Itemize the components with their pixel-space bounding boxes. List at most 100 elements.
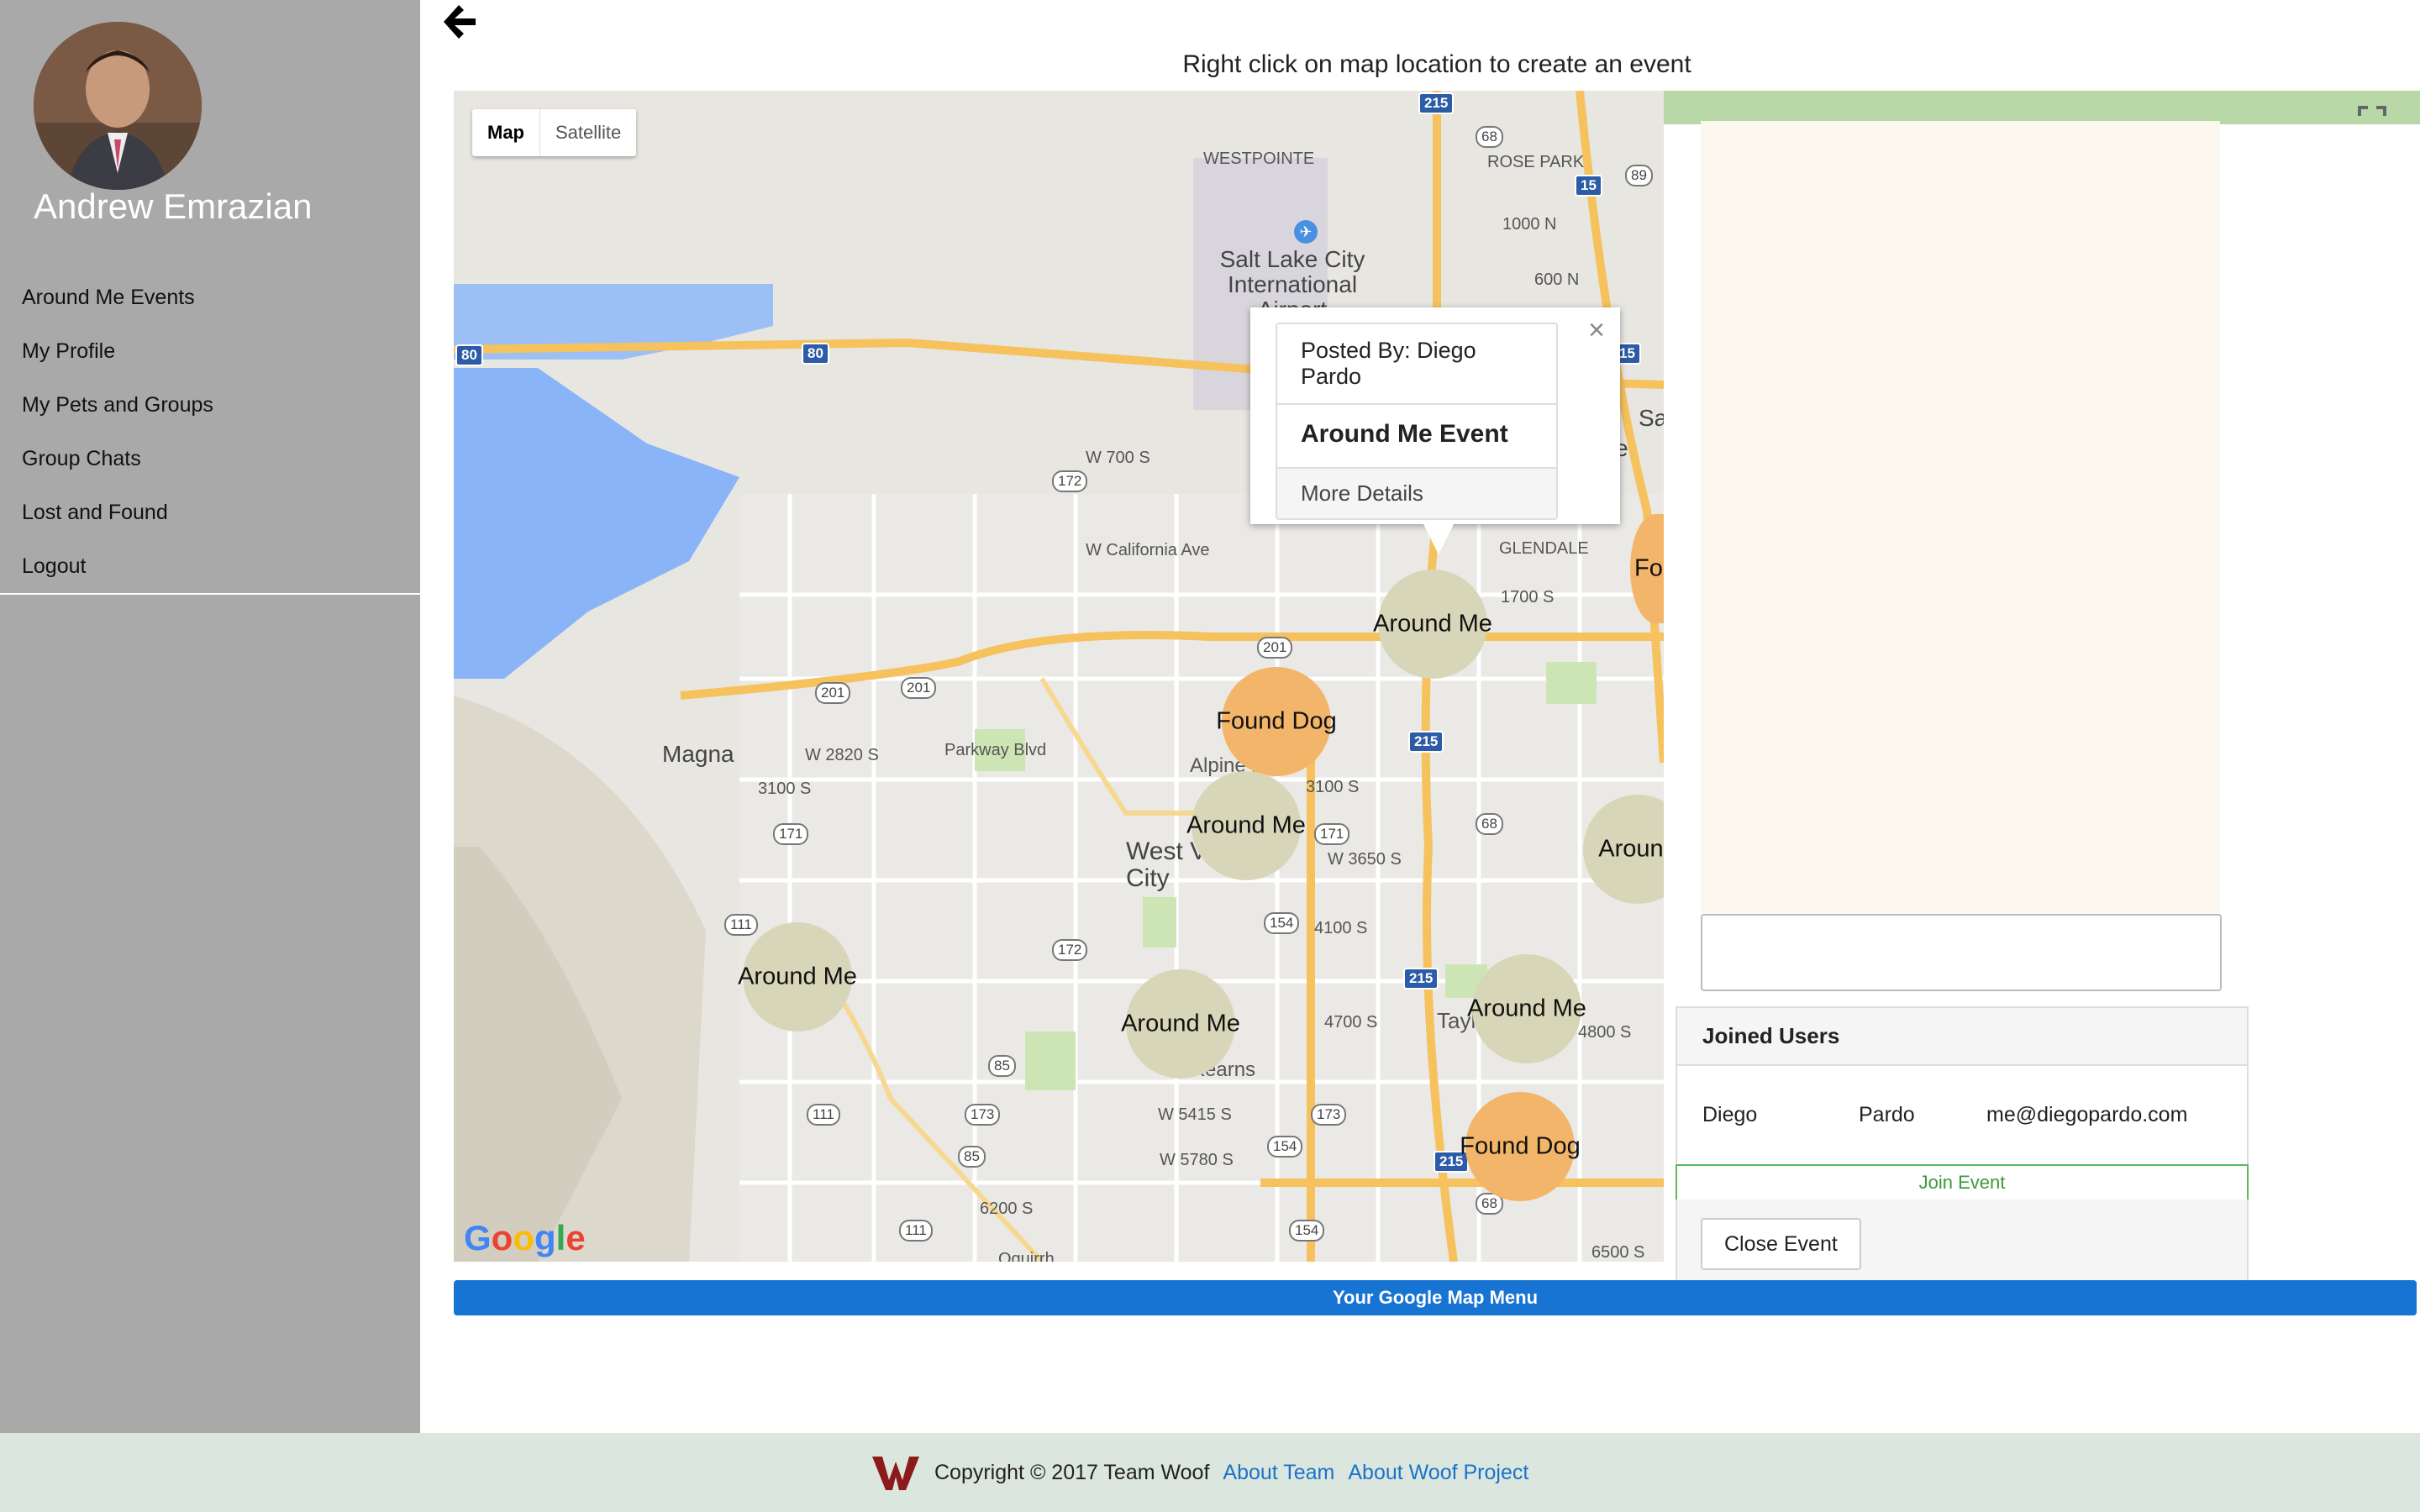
shield-111: 111: [724, 914, 758, 936]
user-last-name: Pardo: [1859, 1103, 1915, 1126]
shield-68: 68: [1476, 126, 1503, 148]
event-panel: Joined Users Diego Pardo me@diegopardo.c…: [1664, 91, 2420, 1292]
shield-111c: 111: [899, 1220, 933, 1242]
map-label-oquirrh: Oquirrh: [998, 1250, 1055, 1262]
arrow-left-icon[interactable]: [439, 0, 481, 44]
more-details-link[interactable]: More Details: [1277, 469, 1556, 518]
google-map[interactable]: WESTPOINTE ROSE PARK Salt Lake City Inte…: [454, 91, 1664, 1262]
about-team-link[interactable]: About Team: [1223, 1461, 1334, 1485]
map-label-3100s-a: 3100 S: [758, 780, 812, 798]
nav-my-profile[interactable]: My Profile: [22, 339, 115, 364]
shield-154b: 154: [1267, 1136, 1303, 1158]
marker-label: Found Dog: [1460, 1132, 1581, 1160]
shield-i215-mid: 215: [1408, 731, 1444, 753]
shield-171: 171: [773, 823, 809, 845]
map-label-rose-park: ROSE PARK: [1487, 153, 1585, 171]
close-icon[interactable]: ×: [1588, 314, 1605, 347]
sidebar-divider: [0, 593, 420, 595]
map-label-1700s: 1700 S: [1501, 588, 1555, 606]
event-chat-area: [1701, 121, 2220, 916]
message-input[interactable]: [1701, 914, 2222, 991]
google-map-menu-bar[interactable]: Your Google Map Menu: [454, 1280, 2417, 1315]
marker-label: Around Me: [1467, 995, 1586, 1022]
map-type-map-button[interactable]: Map: [472, 109, 539, 156]
shield-i80-mid: 80: [802, 343, 829, 365]
footer: Copyright © 2017 Team Woof About Team Ab…: [0, 1433, 2420, 1512]
nav-lost-and-found[interactable]: Lost and Found: [22, 501, 168, 525]
map-label-westpointe: WESTPOINTE: [1203, 150, 1315, 168]
event-marker[interactable]: Around Me: [1467, 954, 1586, 1063]
user-name: Andrew Emrazian: [34, 186, 313, 226]
event-marker[interactable]: Around Me: [1373, 570, 1492, 679]
shield-i80-left: 80: [455, 344, 483, 366]
google-logo: Google: [464, 1218, 586, 1257]
map-type-satellite-button[interactable]: Satellite: [539, 109, 636, 156]
map-label-600n: 600 N: [1534, 270, 1580, 289]
map-label-glendale: GLENDALE: [1499, 539, 1589, 558]
marker-label: Around Me: [1373, 610, 1492, 638]
nav-logout[interactable]: Logout: [22, 554, 86, 579]
nav-group-chats[interactable]: Group Chats: [22, 447, 141, 471]
joined-user-row: Diego Pardo me@diegopardo.com: [1677, 1066, 2247, 1165]
sidebar: Andrew Emrazian Around Me Events My Prof…: [0, 0, 420, 1433]
map-label-w5780s: W 5780 S: [1160, 1151, 1234, 1169]
shield-201-b: 201: [815, 682, 851, 704]
shield-i215-lower: 215: [1403, 968, 1439, 990]
shield-68b: 68: [1476, 813, 1503, 835]
map-label-california-ave: W California Ave: [1086, 541, 1210, 559]
marker-label: Found Dog: [1216, 707, 1337, 735]
shield-171b: 171: [1314, 823, 1350, 845]
user-first-name: Diego: [1702, 1103, 1758, 1126]
avatar: [34, 22, 202, 190]
about-woof-project-link[interactable]: About Woof Project: [1348, 1461, 1528, 1485]
shield-111b: 111: [807, 1104, 840, 1126]
joined-users-box: Joined Users Diego Pardo me@diegopardo.c…: [1676, 1006, 2249, 1167]
map-label-w2820s: W 2820 S: [805, 746, 879, 764]
map-type-control: Map Satellite: [472, 109, 637, 156]
fullscreen-icon[interactable]: [2358, 106, 2386, 134]
marker-label: Fou: [1634, 554, 1664, 582]
map-label-1000n: 1000 N: [1502, 215, 1557, 234]
marker-label: Around Me: [1121, 1010, 1240, 1037]
shield-154: 154: [1264, 912, 1300, 934]
marker-label: Around Me: [1186, 811, 1306, 839]
found-dog-marker[interactable]: Found Dog: [1216, 667, 1337, 776]
shield-173: 173: [965, 1104, 1001, 1126]
shield-i215-top: 215: [1418, 92, 1455, 114]
copyright-text: Copyright © 2017 Team Woof: [934, 1460, 1210, 1484]
event-marker[interactable]: Around Me: [738, 922, 857, 1032]
info-window-card: Posted By: Diego Pardo Around Me Event M…: [1276, 323, 1558, 520]
nav-my-pets-and-groups[interactable]: My Pets and Groups: [22, 393, 213, 417]
marker-label: Around Me: [738, 963, 857, 990]
map-label-magna: Magna: [662, 741, 734, 767]
map-label-3100s-b: 3100 S: [1306, 778, 1360, 796]
map-instructions: Right click on map location to create an…: [1182, 50, 1691, 78]
close-event-button[interactable]: Close Event: [1701, 1218, 1861, 1270]
shield-i15: 15: [1575, 175, 1602, 197]
shield-89: 89: [1625, 165, 1653, 186]
posted-by: Posted By: Diego Pardo: [1277, 324, 1556, 405]
map-label-w3650s: W 3650 S: [1328, 850, 1402, 869]
event-title: Around Me Event: [1277, 405, 1556, 469]
shield-85: 85: [988, 1055, 1016, 1077]
found-dog-marker[interactable]: Found Dog: [1460, 1092, 1581, 1201]
shield-173b: 173: [1311, 1104, 1347, 1126]
shield-172b: 172: [1052, 939, 1088, 961]
map-label-sa: Sa: [1639, 405, 1664, 431]
join-event-button[interactable]: Join Event: [1676, 1164, 2249, 1201]
info-window: × Posted By: Diego Pardo Around Me Event…: [1250, 307, 1620, 524]
shield-85b: 85: [958, 1146, 986, 1168]
shield-201-a: 201: [1257, 637, 1293, 659]
airport-icon: ✈: [1294, 220, 1318, 244]
map-tiles: [454, 91, 1664, 1262]
map-label-w700s: W 700 S: [1086, 449, 1150, 467]
nav-around-me-events[interactable]: Around Me Events: [22, 286, 195, 310]
info-window-tail: [1423, 524, 1454, 554]
map-label-6500s: 6500 S: [1591, 1243, 1645, 1262]
event-marker[interactable]: Around Me: [1121, 969, 1240, 1079]
woof-logo-icon: [872, 1457, 919, 1490]
event-marker[interactable]: Around Me: [1186, 771, 1306, 880]
map-label-4100s: 4100 S: [1314, 919, 1368, 937]
map-label-w5415s: W 5415 S: [1158, 1105, 1232, 1124]
shield-172: 172: [1052, 470, 1088, 492]
